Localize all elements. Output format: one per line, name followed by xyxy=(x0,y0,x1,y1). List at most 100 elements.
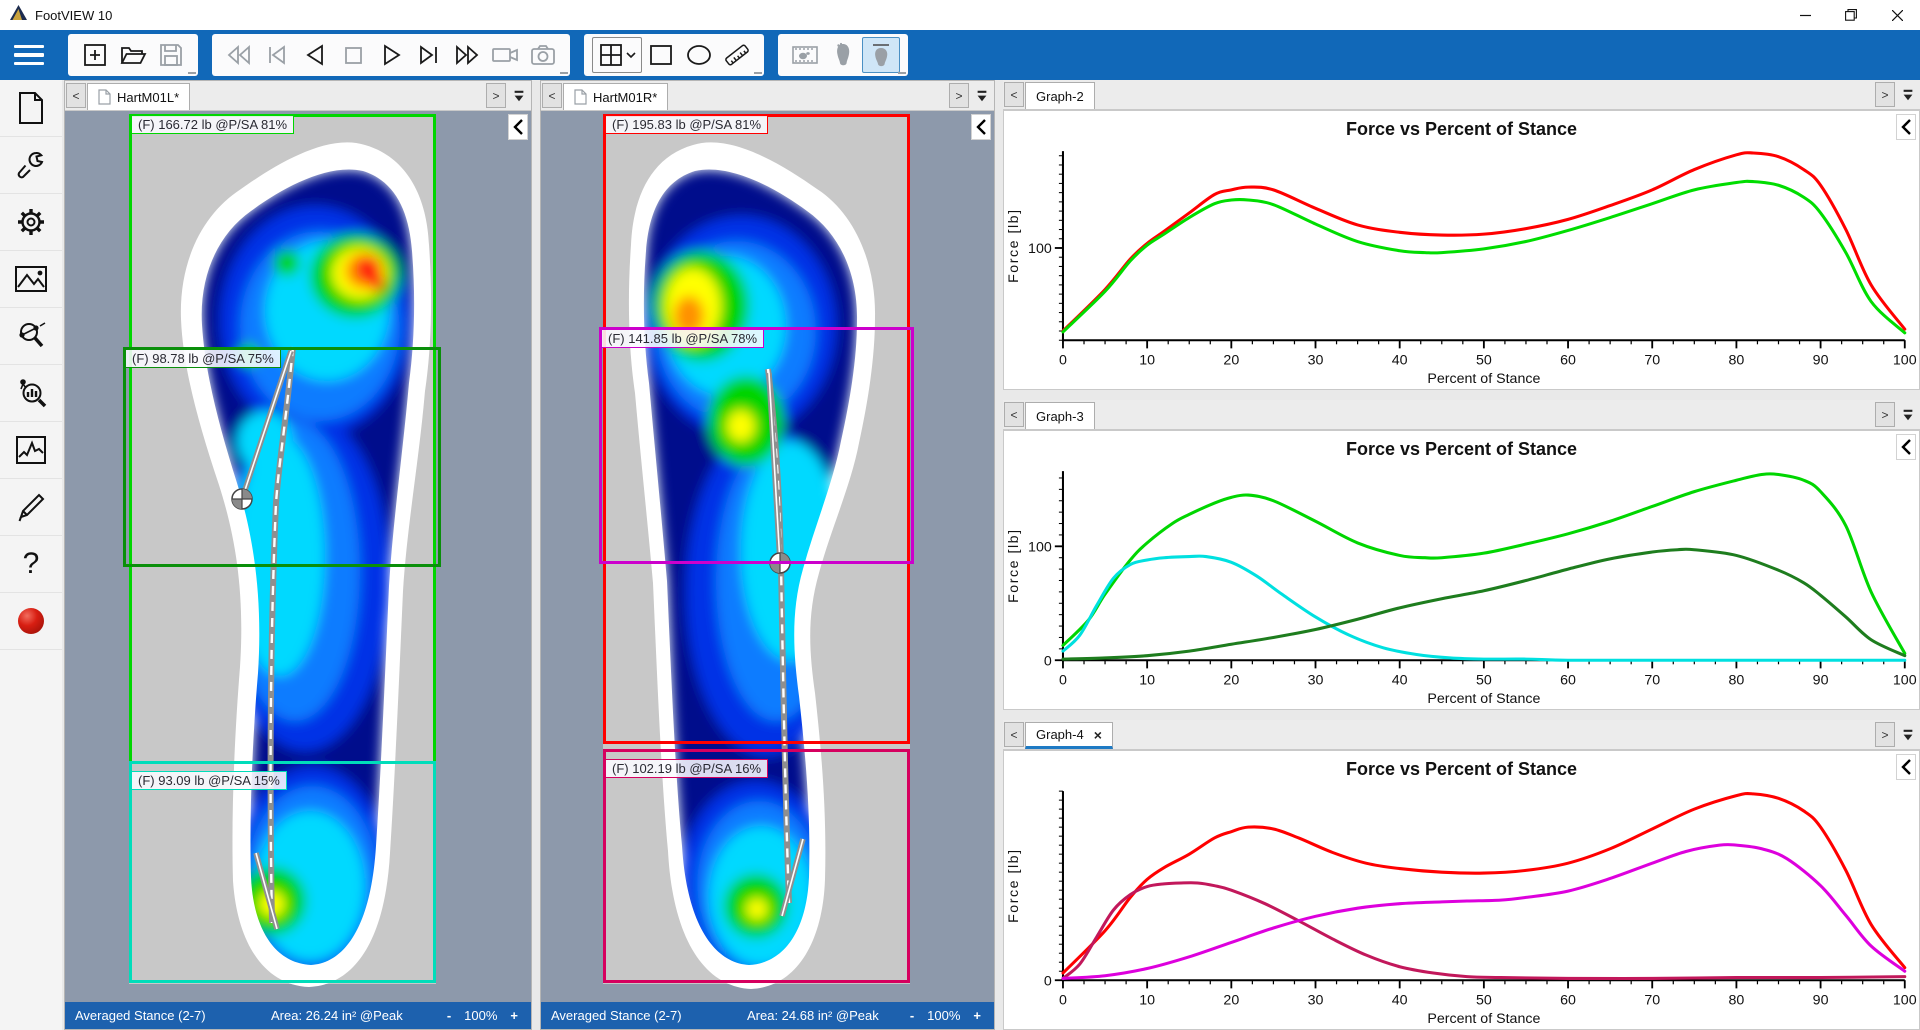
new-layout-button[interactable] xyxy=(76,37,114,73)
svg-text:50: 50 xyxy=(1476,673,1492,689)
tab-menu-icon xyxy=(1901,728,1915,742)
sidebar-item-graph[interactable] xyxy=(0,422,62,479)
pressure-peak-view-button[interactable] xyxy=(824,37,862,73)
tab-graph-2[interactable]: Graph-2 xyxy=(1025,82,1095,109)
tab-next-button[interactable]: > xyxy=(1875,82,1895,107)
skip-to-end-icon[interactable] xyxy=(410,37,448,73)
zoom-in-button[interactable]: + xyxy=(970,1008,984,1023)
tab-next-button[interactable]: > xyxy=(949,83,969,108)
svg-text:20: 20 xyxy=(1223,353,1239,369)
tab-menu-button[interactable] xyxy=(507,81,531,110)
tab-menu-button[interactable] xyxy=(1896,400,1920,429)
fast-forward-icon[interactable] xyxy=(448,37,486,73)
tab-next-button[interactable]: > xyxy=(486,83,506,108)
collapse-panel-button[interactable] xyxy=(971,114,991,140)
svg-text:100: 100 xyxy=(1893,353,1917,369)
snapshot-icon[interactable] xyxy=(524,37,562,73)
collapse-panel-button[interactable] xyxy=(1896,754,1916,780)
zoom-level: 100% xyxy=(927,1008,960,1023)
tab-prev-button[interactable]: < xyxy=(542,83,562,108)
open-file-button[interactable] xyxy=(114,37,152,73)
play-icon[interactable] xyxy=(372,37,410,73)
zoom-out-button[interactable]: - xyxy=(444,1008,454,1023)
collapse-left-icon xyxy=(1900,758,1912,776)
restore-button[interactable] xyxy=(1828,0,1874,30)
zoom-in-button[interactable]: + xyxy=(507,1008,521,1023)
pressure-contour-view-button[interactable] xyxy=(862,37,900,73)
tab-prev-button[interactable]: < xyxy=(66,83,86,108)
left-foot-panel: < HartM01L* > xyxy=(64,80,532,1030)
record-video-icon[interactable] xyxy=(486,37,524,73)
svg-text:0: 0 xyxy=(1044,973,1052,989)
right-foot-panel: < HartM01R* > xyxy=(540,80,995,1030)
stop-icon[interactable] xyxy=(334,37,372,73)
step-back-icon[interactable] xyxy=(296,37,334,73)
graph-3-tabbar: < Graph-3 > xyxy=(1003,400,1920,430)
region-box-midfoot[interactable] xyxy=(599,327,914,564)
sidebar-item-tools[interactable] xyxy=(0,137,62,194)
document-icon xyxy=(16,91,46,125)
ellipse-tool-button[interactable] xyxy=(680,37,718,73)
ruler-tool-button[interactable] xyxy=(718,37,756,73)
tab-graph-3[interactable]: Graph-3 xyxy=(1025,402,1095,429)
rectangle-tool-button[interactable] xyxy=(642,37,680,73)
sidebar-item-help[interactable]: ? xyxy=(0,536,62,593)
tab-hartm01r[interactable]: HartM01R* xyxy=(563,83,668,110)
sidebar-item-document[interactable] xyxy=(0,80,62,137)
zoom-out-button[interactable]: - xyxy=(907,1008,917,1023)
svg-text:30: 30 xyxy=(1308,673,1324,689)
svg-text:90: 90 xyxy=(1813,993,1829,1009)
tab-menu-button[interactable] xyxy=(1896,720,1920,749)
svg-text:70: 70 xyxy=(1644,673,1660,689)
graph-2-tabbar: < Graph-2 > xyxy=(1003,80,1920,110)
tab-next-button[interactable]: > xyxy=(1875,722,1895,747)
svg-text:80: 80 xyxy=(1728,673,1744,689)
graph-2-panel: < Graph-2 > Force vs Percent of Stance xyxy=(1003,80,1920,390)
tab-menu-button[interactable] xyxy=(1896,80,1920,109)
sidebar-item-record[interactable] xyxy=(0,593,62,650)
graphs-column: < Graph-2 > Force vs Percent of Stance xyxy=(1003,80,1920,1030)
chart-title: Force vs Percent of Stance xyxy=(1004,435,1919,463)
collapse-panel-button[interactable] xyxy=(508,114,528,140)
tab-menu-button[interactable] xyxy=(970,81,994,110)
region-box-heel[interactable] xyxy=(129,761,436,983)
tab-next-button[interactable]: > xyxy=(1875,402,1895,427)
toolbar-group-views xyxy=(778,34,908,76)
tab-menu-icon xyxy=(1901,88,1915,102)
image-icon xyxy=(14,265,48,293)
app-logo-icon xyxy=(10,5,27,25)
svg-text:Percent of Stance: Percent of Stance xyxy=(1427,691,1540,707)
tab-graph-4[interactable]: Graph-4 × xyxy=(1025,722,1113,749)
force-vs-stance-chart: 01020304050607080901000100Percent of Sta… xyxy=(1004,463,1919,707)
sidebar-item-annotate[interactable] xyxy=(0,479,62,536)
sidebar-item-settings[interactable] xyxy=(0,194,62,251)
rewind-icon[interactable] xyxy=(220,37,258,73)
pressure-movie-view-button[interactable] xyxy=(786,37,824,73)
svg-text:100: 100 xyxy=(1028,539,1052,555)
sidebar-item-gait-analysis[interactable] xyxy=(0,365,62,422)
sidebar-item-inspect-measure[interactable] xyxy=(0,308,62,365)
collapse-panel-button[interactable] xyxy=(1896,434,1916,460)
tab-hartm01l[interactable]: HartM01L* xyxy=(87,83,190,110)
right-foot-tabbar: < HartM01R* > xyxy=(541,81,994,111)
minimize-button[interactable] xyxy=(1782,0,1828,30)
collapse-panel-button[interactable] xyxy=(1896,114,1916,140)
svg-text:30: 30 xyxy=(1308,993,1324,1009)
close-tab-icon[interactable]: × xyxy=(1094,727,1102,743)
window-title: FootVIEW 10 xyxy=(35,8,112,23)
tab-label: Graph-2 xyxy=(1036,89,1084,104)
menu-icon[interactable] xyxy=(10,37,54,73)
collapse-left-icon xyxy=(975,118,987,136)
close-button[interactable] xyxy=(1874,0,1920,30)
sidebar-item-image[interactable] xyxy=(0,251,62,308)
skip-to-start-icon[interactable] xyxy=(258,37,296,73)
tab-prev-button[interactable]: < xyxy=(1004,82,1024,107)
region-box-heel[interactable] xyxy=(603,749,910,983)
region-box-midfoot[interactable] xyxy=(123,347,441,567)
save-button[interactable] xyxy=(152,37,190,73)
svg-text:20: 20 xyxy=(1223,993,1239,1009)
tab-prev-button[interactable]: < xyxy=(1004,722,1024,747)
grid-layout-button[interactable] xyxy=(592,37,642,73)
tab-prev-button[interactable]: < xyxy=(1004,402,1024,427)
graph-3-panel: < Graph-3 > Force vs Percent of Stance xyxy=(1003,400,1920,710)
